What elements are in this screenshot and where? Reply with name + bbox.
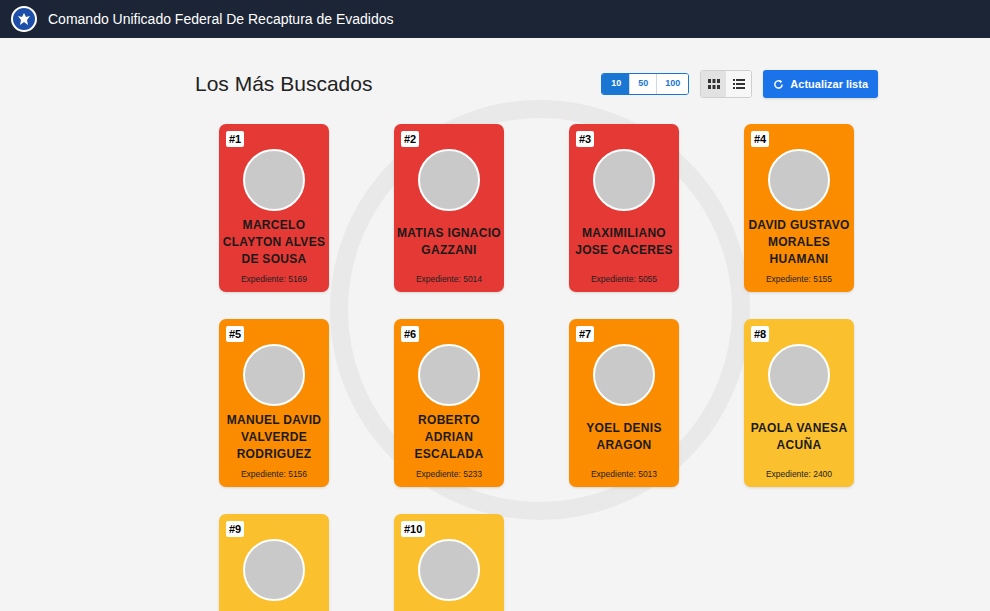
photo (418, 539, 480, 601)
list-icon (733, 79, 745, 89)
rank-badge: #8 (751, 326, 769, 342)
photo (418, 149, 480, 211)
photo (768, 344, 830, 406)
list-view-button[interactable] (726, 71, 751, 97)
case-number: Expediente: 5155 (766, 273, 832, 286)
page-size-option[interactable]: 100 (656, 74, 688, 94)
page-heading: Los Más Buscados (195, 68, 372, 100)
emblem-icon (11, 6, 37, 32)
fugitive-grid: #1 MARCELO CLAYTON ALVES DE SOUSA Expedien… (219, 124, 878, 611)
fugitive-card[interactable]: #3 MAXIMILIANO JOSE CACERES Expediente: 50… (569, 124, 679, 292)
rank-badge: #1 (226, 131, 244, 147)
case-number: Expediente: 5013 (591, 468, 657, 481)
rank-badge: #3 (576, 131, 594, 147)
fugitive-name: PAOLA VANESA ACUÑA (747, 420, 851, 454)
fugitive-name: ROBERTO ADRIAN ESCALADA (397, 412, 501, 463)
rank-badge: #6 (401, 326, 419, 342)
rank-badge: #7 (576, 326, 594, 342)
case-number: Expediente: 5233 (416, 468, 482, 481)
top-bar: Comando Unificado Federal De Recaptura d… (0, 0, 990, 38)
fugitive-card[interactable]: #10 (394, 514, 504, 611)
site-title: Comando Unificado Federal De Recaptura d… (48, 9, 394, 30)
fugitive-card[interactable]: #8 PAOLA VANESA ACUÑA Expediente: 2400 (744, 319, 854, 487)
case-number: Expediente: 5055 (591, 273, 657, 286)
fugitive-name: MATIAS IGNACIO GAZZANI (397, 225, 501, 259)
fugitive-name: MANUEL DAVID VALVERDE RODRIGUEZ (222, 412, 326, 463)
case-number: Expediente: 5014 (416, 273, 482, 286)
page-size-selector: 1050100 (601, 73, 689, 95)
photo (243, 344, 305, 406)
photo (418, 344, 480, 406)
rank-badge: #9 (226, 521, 244, 537)
photo (593, 344, 655, 406)
fugitive-card[interactable]: #7 YOEL DENIS ARAGON Expediente: 5013 (569, 319, 679, 487)
refresh-button[interactable]: Actualizar lista (763, 70, 878, 98)
photo (243, 149, 305, 211)
grid-icon (708, 79, 720, 89)
watermark (330, 100, 750, 520)
case-number: Expediente: 5156 (241, 468, 307, 481)
rank-badge: #5 (226, 326, 244, 342)
case-number: Expediente: 2400 (766, 468, 832, 481)
refresh-icon (773, 79, 784, 90)
view-toggle (700, 70, 752, 98)
fugitive-card[interactable]: #5 MANUEL DAVID VALVERDE RODRIGUEZ Expedie… (219, 319, 329, 487)
rank-badge: #2 (401, 131, 419, 147)
photo (768, 149, 830, 211)
fugitive-card[interactable]: #1 MARCELO CLAYTON ALVES DE SOUSA Expedien… (219, 124, 329, 292)
photo (593, 149, 655, 211)
photo (243, 539, 305, 601)
rank-badge: #4 (751, 131, 769, 147)
fugitive-card[interactable]: #6 ROBERTO ADRIAN ESCALADA Expediente: 523… (394, 319, 504, 487)
page-size-option[interactable]: 10 (602, 74, 629, 94)
fugitive-card[interactable]: #4 DAVID GUSTAVO MORALES HUAMANI Expedient… (744, 124, 854, 292)
fugitive-name: DAVID GUSTAVO MORALES HUAMANI (747, 217, 851, 268)
fugitive-name: MAXIMILIANO JOSE CACERES (572, 225, 676, 259)
fugitive-card[interactable]: #2 MATIAS IGNACIO GAZZANI Expediente: 5014 (394, 124, 504, 292)
fugitive-name: MARCELO CLAYTON ALVES DE SOUSA (222, 217, 326, 268)
case-number: Expediente: 5169 (241, 273, 307, 286)
fugitive-card[interactable]: #9 (219, 514, 329, 611)
page-size-option[interactable]: 50 (629, 74, 656, 94)
fugitive-name: YOEL DENIS ARAGON (572, 420, 676, 454)
grid-view-button[interactable] (701, 71, 726, 97)
rank-badge: #10 (401, 521, 425, 537)
